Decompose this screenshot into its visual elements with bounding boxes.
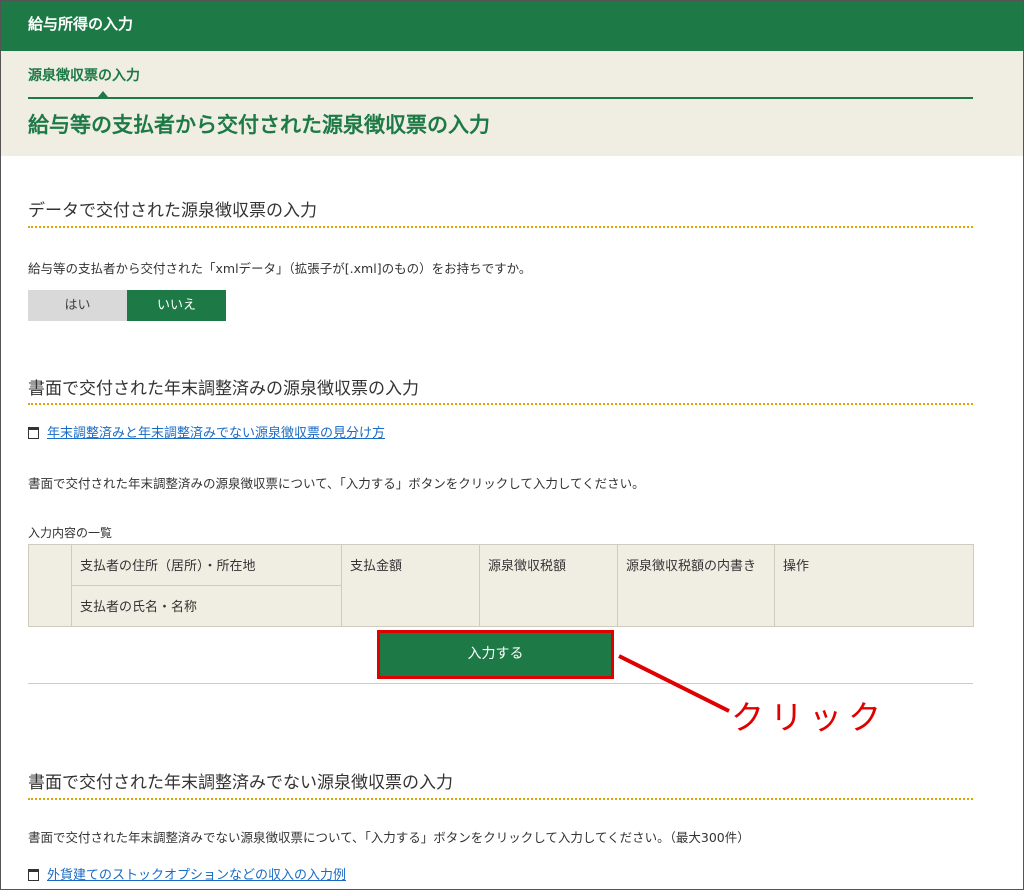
column-payer-name: 支払者の氏名・名称 [71,585,342,627]
xml-question: 給与等の支払者から交付された「xmlデータ」（拡張子が[.xml]のもの）をお持… [28,261,532,276]
entry-list-table: 支払者の住所（居所）・所在地 支払金額 源泉徴収税額 源泉徴収税額の内書き 操作… [28,544,974,627]
top-bar-title: 給与所得の入力 [28,15,134,33]
stock-option-link-row: 外貨建てのストックオプションなどの収入の入力例 [28,864,346,883]
input-button[interactable]: 入力する [380,633,611,676]
section-unadjusted-title: 書面で交付された年末調整済みでない源泉徴収票の入力 [28,773,453,793]
column-withholding-tax: 源泉徴収税額 [479,544,618,627]
section-separator [28,683,973,684]
page-header: 源泉徴収票の入力 給与等の支払者から交付された源泉徴収票の入力 [1,51,1023,156]
page-title: 給与等の支払者から交付された源泉徴収票の入力 [28,113,490,137]
page-frame: 給与所得の入力 源泉徴収票の入力 給与等の支払者から交付された源泉徴収票の入力 … [0,0,1024,890]
section-divider [28,798,973,800]
yes-button[interactable]: はい [28,290,127,321]
adjusted-instruction: 書面で交付された年末調整済みの源泉徴収票について、「入力する」ボタンをクリックし… [28,476,645,491]
annotation-click-label: クリック [731,698,887,737]
new-window-icon [28,426,39,439]
column-action: 操作 [774,544,974,627]
table-caption: 入力内容の一覧 [28,526,113,540]
table-header-blank [28,544,72,627]
breadcrumb: 源泉徴収票の入力 [28,68,140,84]
section-divider [28,226,973,228]
section-divider [28,403,973,405]
xml-yes-no-toggle: はい いいえ [28,290,226,321]
column-tax-breakdown: 源泉徴収税額の内書き [617,544,775,627]
stock-option-link[interactable]: 外貨建てのストックオプションなどの収入の入力例 [47,864,346,883]
column-amount: 支払金額 [341,544,480,627]
no-button[interactable]: いいえ [127,290,226,321]
unadjusted-instruction: 書面で交付された年末調整済みでない源泉徴収票について、「入力する」ボタンをクリッ… [28,830,750,845]
section-xml-title: データで交付された源泉徴収票の入力 [28,201,317,221]
top-bar: 給与所得の入力 [1,1,1023,51]
section-adjusted-title: 書面で交付された年末調整済みの源泉徴収票の入力 [28,379,419,399]
adjusted-help-link-row: 年末調整済みと年末調整済みでない源泉徴収票の見分け方 [28,422,385,441]
breadcrumb-divider [28,97,973,99]
column-payer-address: 支払者の住所（居所）・所在地 [71,544,342,586]
new-window-icon [28,868,39,881]
adjusted-help-link[interactable]: 年末調整済みと年末調整済みでない源泉徴収票の見分け方 [47,422,385,441]
